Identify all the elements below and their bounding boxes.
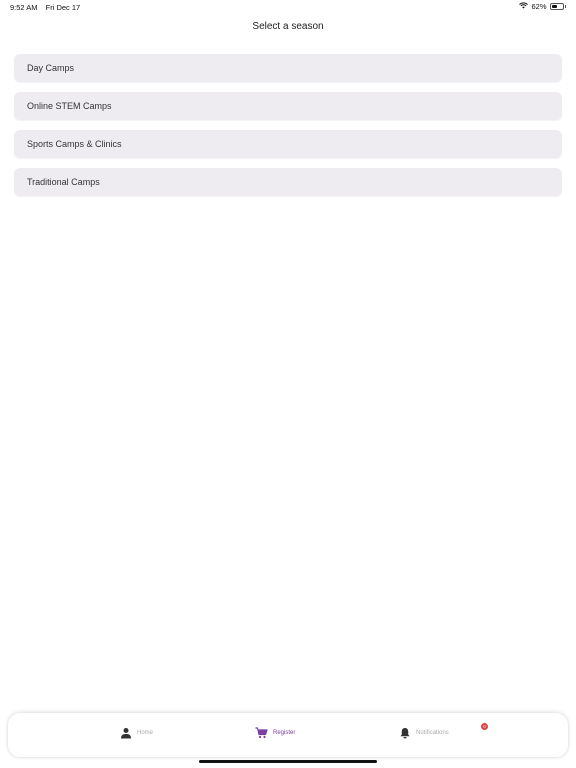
tab-home-label: Home <box>137 730 154 736</box>
wifi-icon <box>519 2 529 11</box>
tab-home[interactable]: Home <box>120 727 153 739</box>
season-item-traditional-camps[interactable]: Traditional Camps <box>14 168 562 196</box>
status-date: Fri Dec 17 <box>45 3 81 12</box>
season-list: Day Camps Online STEM Camps Sports Camps… <box>14 54 562 206</box>
season-item-label: Day Camps <box>27 63 75 73</box>
tab-register[interactable]: Register <box>255 727 295 739</box>
tab-bar: Home Register Notifications 0 <box>8 713 568 757</box>
status-time-date: 9:52 AM Fri Dec 17 <box>10 3 86 12</box>
battery-fill <box>551 5 557 8</box>
season-item-label: Sports Camps & Clinics <box>27 139 122 149</box>
season-item-day-camps[interactable]: Day Camps <box>14 54 562 82</box>
season-item-label: Traditional Camps <box>27 177 100 187</box>
battery-percent: 62% <box>531 2 547 11</box>
cart-icon <box>255 727 268 739</box>
tab-notifications-label: Notifications <box>416 730 449 736</box>
season-item-online-stem-camps[interactable]: Online STEM Camps <box>14 92 562 120</box>
home-indicator[interactable] <box>199 760 377 763</box>
page-title: Select a season <box>252 21 324 32</box>
person-icon <box>120 727 132 739</box>
status-bar: 9:52 AM Fri Dec 17 62% <box>0 0 576 14</box>
status-indicators: 62% <box>519 2 566 11</box>
bell-icon <box>399 727 411 739</box>
battery-icon <box>549 3 564 10</box>
status-time: 9:52 AM <box>10 3 38 12</box>
notification-badge: 0 <box>481 723 488 730</box>
tab-notifications[interactable]: Notifications 0 <box>399 723 488 739</box>
tab-register-label: Register <box>273 730 296 736</box>
battery-tip <box>564 5 566 8</box>
season-item-sports-camps-clinics[interactable]: Sports Camps & Clinics <box>14 130 562 158</box>
season-item-label: Online STEM Camps <box>27 101 112 111</box>
